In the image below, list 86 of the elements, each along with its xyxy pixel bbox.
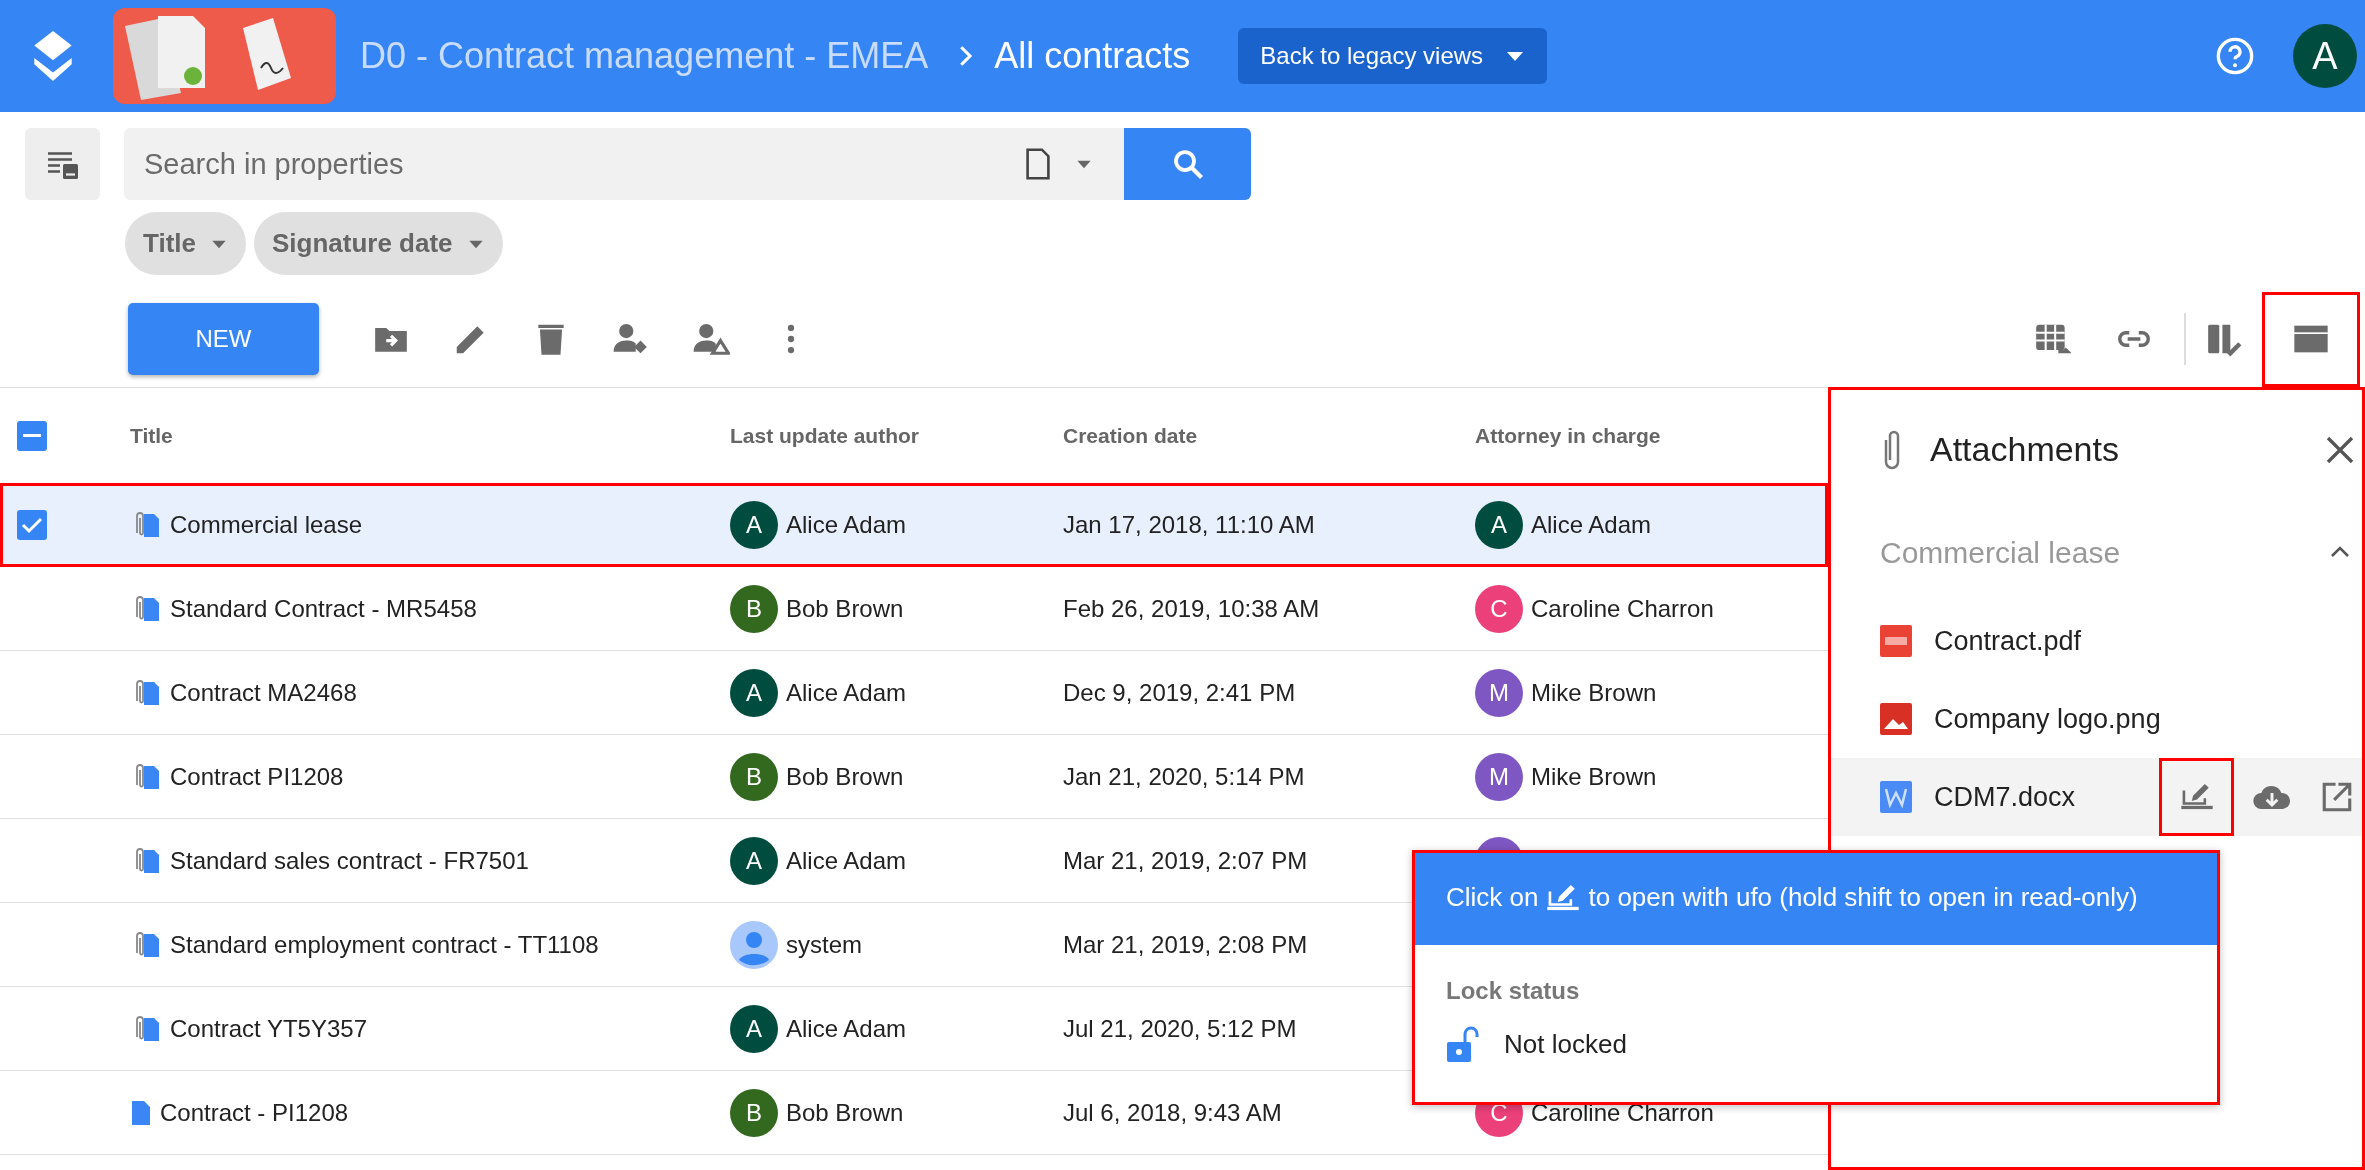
- file-name[interactable]: CDM7.docx: [1934, 776, 2076, 818]
- person-name: Alice Adam: [786, 677, 907, 708]
- person-name: Mike Brown: [1531, 677, 1657, 708]
- panel-toggle-button[interactable]: [2262, 291, 2360, 387]
- row-checkbox[interactable]: [17, 509, 47, 540]
- document-title[interactable]: Standard sales contract - FR7501: [170, 842, 529, 879]
- person-name: Bob Brown: [786, 593, 904, 624]
- pdf-file-icon: [1880, 625, 1912, 657]
- search-button[interactable]: [1124, 128, 1251, 200]
- document-title[interactable]: Contract PI1208: [170, 758, 344, 795]
- avatar: B: [730, 752, 778, 801]
- lock-status: Not locked: [1504, 1028, 1627, 1061]
- avatar: C: [1475, 584, 1523, 633]
- checkmark-icon: [21, 515, 43, 534]
- date-cell-text: Mar 21, 2019, 2:07 PM: [1063, 845, 1309, 876]
- person-name: Caroline Charron: [1531, 593, 1714, 624]
- breadcrumb-title: All contracts: [994, 34, 1191, 78]
- date-cell-text: Feb 26, 2019, 10:38 AM: [1063, 593, 1321, 624]
- more-icon: [787, 324, 795, 354]
- file-name[interactable]: Company logo.png: [1934, 698, 2161, 740]
- date-cell-text: Jan 21, 2020, 5:14 PM: [1063, 761, 1306, 792]
- table-row[interactable]: Standard Contract - MR5458 B Bob Brown Feb 26, 2019, 10:38 AM C Caroline Charron: [0, 567, 1828, 651]
- person-name: Caroline Charron: [1531, 1097, 1714, 1128]
- filter-chip[interactable]: Signature date: [254, 212, 503, 275]
- date-cell-text: Mar 21, 2019, 2:08 PM: [1063, 929, 1309, 960]
- date-cell-text: Jul 21, 2020, 5:12 PM: [1063, 1013, 1298, 1044]
- column-header[interactable]: Attorney in charge: [1475, 419, 1828, 452]
- document-title[interactable]: Contract - PI1208: [160, 1094, 349, 1131]
- file-name[interactable]: Contract.pdf: [1934, 620, 2082, 662]
- date-cell-text: Jul 6, 2018, 9:43 AM: [1063, 1097, 1283, 1128]
- date-cell-text: Jan 17, 2018, 11:10 AM: [1063, 509, 1316, 540]
- column-header[interactable]: Title: [130, 419, 730, 452]
- attachment-item[interactable]: Company logo.png: [1830, 680, 2365, 758]
- minus-icon: [22, 433, 42, 438]
- select-all-checkbox[interactable]: [17, 420, 47, 451]
- avatar: A: [730, 668, 778, 717]
- document-title[interactable]: Commercial lease: [170, 506, 363, 543]
- avatar: A: [730, 836, 778, 885]
- avatar: A: [730, 500, 778, 549]
- document-heading: Commercial lease: [1880, 534, 2121, 571]
- word-file-icon: [1880, 781, 1912, 813]
- person-name: Mike Brown: [1531, 761, 1657, 792]
- edit-icon: [1546, 882, 1581, 913]
- edit-icon: [2179, 782, 2214, 812]
- document-type-dropdown[interactable]: [994, 128, 1124, 200]
- user-avatar[interactable]: A: [2293, 24, 2357, 88]
- document-title[interactable]: Standard employment contract - TT1108: [170, 926, 599, 963]
- person-name: Alice Adam: [786, 845, 907, 876]
- person-name: Alice Adam: [786, 509, 907, 540]
- caret-down-icon: [1075, 159, 1093, 169]
- caret-down-icon: [1505, 50, 1526, 62]
- avatar: M: [1475, 752, 1523, 801]
- user-silhouette-icon: [730, 920, 778, 969]
- new-button[interactable]: NEW: [128, 303, 319, 375]
- caret-down-icon: [210, 238, 228, 249]
- avatar: M: [1475, 668, 1523, 717]
- filter-chip[interactable]: Title: [125, 212, 246, 275]
- attachment-item[interactable]: CDM7.docx: [1830, 758, 2365, 836]
- column-header[interactable]: Creation date: [1063, 419, 1475, 452]
- table-row[interactable]: Contract MA2468 A Alice Adam Dec 9, 2019, 2:41 PM M Mike Brown: [0, 651, 1828, 735]
- avatar: A: [1475, 500, 1523, 549]
- panel-title: Attachments: [1930, 429, 2119, 470]
- document-title[interactable]: Contract MA2468: [170, 674, 357, 711]
- avatar: B: [730, 1088, 778, 1137]
- search-field[interactable]: Search in properties: [124, 128, 994, 200]
- sidebar-toggle-button[interactable]: [25, 128, 100, 200]
- person-name: Alice Adam: [1531, 509, 1652, 540]
- document-title[interactable]: Standard Contract - MR5458: [170, 590, 477, 627]
- person-name: Bob Brown: [786, 1097, 904, 1128]
- attachment-item[interactable]: Contract.pdf: [1830, 602, 2365, 680]
- person-name: Alice Adam: [786, 1013, 907, 1044]
- person-name: Bob Brown: [786, 761, 904, 792]
- avatar: A: [730, 1004, 778, 1053]
- legacy-views-button[interactable]: Back to legacy views: [1238, 28, 1548, 84]
- table-row[interactable]: Commercial lease A Alice Adam Jan 17, 2018, 11:10 AM A Alice Adam: [0, 483, 1828, 567]
- avatar: B: [730, 584, 778, 633]
- edit-button[interactable]: [2159, 758, 2234, 836]
- document-icon: [1025, 147, 1051, 181]
- column-header[interactable]: Last update author: [730, 419, 1063, 452]
- help-icon[interactable]: [2215, 36, 2255, 76]
- image-file-icon: [1880, 703, 1912, 735]
- document-title[interactable]: Contract YT5Y357: [170, 1010, 367, 1047]
- date-cell-text: Dec 9, 2019, 2:41 PM: [1063, 677, 1297, 708]
- table-row[interactable]: Contract PI1208 B Bob Brown Jan 21, 2020, 5:14 PM M Mike Brown: [0, 735, 1828, 819]
- open-external-icon: [2320, 780, 2354, 814]
- person-name: system: [786, 929, 862, 960]
